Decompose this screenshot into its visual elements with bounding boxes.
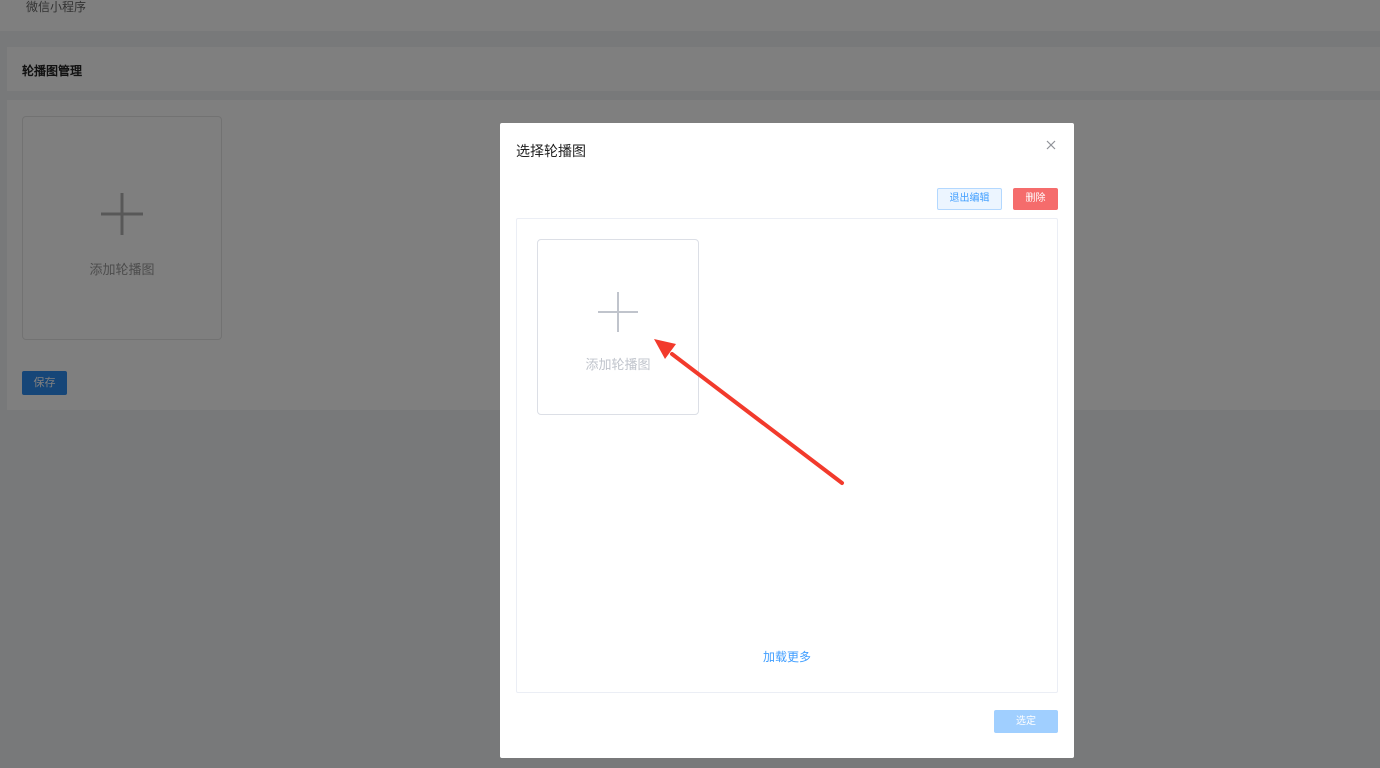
dialog-add-banner-label: 添加轮播图 [585,358,651,373]
exit-edit-button[interactable]: 退出编辑 [937,188,1002,210]
dialog-title: 选择轮播图 [516,144,586,160]
select-banner-dialog: 选择轮播图 退出编辑 删除 添加轮播图 加载更多 选定 [500,123,1074,758]
delete-button[interactable]: 删除 [1013,188,1058,210]
plus-icon [598,292,638,332]
image-picker-area: 添加轮播图 加载更多 [516,218,1058,693]
close-icon[interactable] [1044,138,1058,152]
load-more-link[interactable]: 加载更多 [517,648,1057,665]
dialog-add-banner-card[interactable]: 添加轮播图 [537,239,699,415]
confirm-button[interactable]: 选定 [994,710,1058,733]
